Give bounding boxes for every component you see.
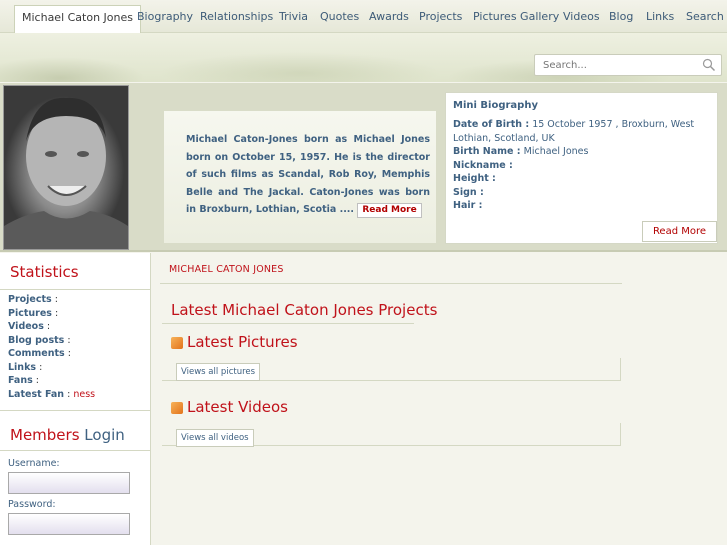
stat-comments-link[interactable]: Comments	[8, 348, 65, 359]
birth-name-value: Michael Jones	[523, 146, 589, 157]
members-title-word: Members	[10, 426, 80, 444]
profile-photo	[3, 85, 129, 250]
videos-section-title: Latest Videos	[187, 398, 288, 416]
password-label: Password:	[8, 499, 56, 510]
main-content: MICHAEL CATON JONES Latest Michael Caton…	[160, 256, 630, 545]
stat-videos-link[interactable]: Videos	[8, 321, 44, 332]
username-label: Username:	[8, 458, 60, 469]
view-all-pictures-button[interactable]: Views all pictures	[176, 363, 261, 381]
nav-tab-awards[interactable]: Awards	[369, 5, 409, 32]
stat-colon: :	[54, 294, 58, 305]
search-icon[interactable]	[702, 58, 716, 72]
nav-tab-blog[interactable]: Blog	[609, 5, 633, 32]
sign-label: Sign :	[453, 186, 484, 198]
nav-tab-search[interactable]: Search	[686, 5, 724, 32]
hair-label: Hair :	[453, 200, 483, 211]
stat-colon: :	[39, 361, 43, 373]
stat-colon: :	[67, 348, 71, 359]
nav-tab-trivia[interactable]: Trivia	[279, 5, 308, 32]
nav-tab-home[interactable]: Michael Caton Jones	[14, 5, 142, 33]
statistics-title: Statistics	[10, 263, 79, 281]
mini-biography-rows: Date of Birth : 15 October 1957 , Broxbu…	[453, 118, 715, 213]
latest-fan-link[interactable]: ness	[73, 389, 95, 400]
intro-text-block: Michael Caton-Jones born as Michael Jone…	[186, 131, 430, 219]
stat-colon: :	[35, 375, 39, 386]
stat-colon: :	[67, 334, 71, 346]
login-title-word: Login	[84, 426, 125, 444]
mini-biography-panel: Mini Biography Date of Birth : 15 Octobe…	[445, 92, 718, 244]
nav-tab-biography[interactable]: Biography	[137, 5, 193, 32]
nav-tab-relationships[interactable]: Relationships	[200, 5, 273, 32]
pictures-section-title: Latest Pictures	[187, 333, 298, 351]
username-field[interactable]	[8, 472, 130, 494]
members-login-title: Members Login	[10, 426, 125, 444]
nav-tab-links[interactable]: Links	[646, 5, 674, 32]
statistics-list: Projects : Pictures : Videos : Blog post…	[8, 293, 95, 401]
stat-fans-link[interactable]: Fans	[8, 375, 33, 386]
dob-label: Date of Birth :	[453, 119, 530, 130]
nav-tab-pictures-gallery[interactable]: Pictures Gallery	[473, 5, 559, 32]
top-navigation: Michael Caton Jones Biography Relationsh…	[0, 0, 727, 33]
breadcrumb-divider	[160, 283, 622, 284]
stat-colon: :	[67, 388, 71, 400]
height-label: Height :	[453, 173, 496, 184]
view-all-videos-button[interactable]: Views all videos	[176, 429, 254, 447]
intro-read-more-button[interactable]: Read More	[357, 203, 422, 218]
birth-name-label: Birth Name :	[453, 146, 521, 157]
stat-projects-link[interactable]: Projects	[8, 294, 52, 305]
nav-tab-projects[interactable]: Projects	[419, 5, 462, 32]
rss-feed-icon[interactable]	[171, 337, 183, 349]
stat-colon: :	[54, 307, 59, 319]
password-field[interactable]	[8, 513, 130, 535]
projects-section-title: Latest Michael Caton Jones Projects	[171, 301, 438, 319]
search-input[interactable]	[535, 55, 693, 74]
login-divider	[0, 450, 150, 451]
mini-biography-title: Mini Biography	[453, 100, 538, 111]
stat-links-link[interactable]: Links	[8, 362, 36, 373]
left-sidebar: Statistics Projects : Pictures : Videos …	[0, 253, 151, 545]
members-divider	[0, 410, 150, 411]
nickname-label: Nickname :	[453, 159, 513, 171]
search-box	[534, 54, 722, 76]
nav-tab-quotes[interactable]: Quotes	[320, 5, 359, 32]
statistics-divider	[0, 289, 150, 290]
stat-latest-fan-label: Latest Fan	[8, 388, 65, 400]
rss-feed-icon[interactable]	[171, 402, 183, 414]
stat-blog-posts-link[interactable]: Blog posts	[8, 335, 64, 346]
portrait-image	[4, 97, 128, 249]
stat-colon: :	[46, 321, 51, 332]
nav-tab-videos[interactable]: Videos	[563, 5, 600, 32]
projects-divider	[162, 323, 414, 324]
intro-panel: Michael Caton-Jones born as Michael Jone…	[164, 111, 436, 243]
mini-biography-read-more-button[interactable]: Read More	[642, 221, 717, 242]
breadcrumb: MICHAEL CATON JONES	[169, 264, 284, 275]
stat-pictures-link[interactable]: Pictures	[8, 308, 52, 319]
